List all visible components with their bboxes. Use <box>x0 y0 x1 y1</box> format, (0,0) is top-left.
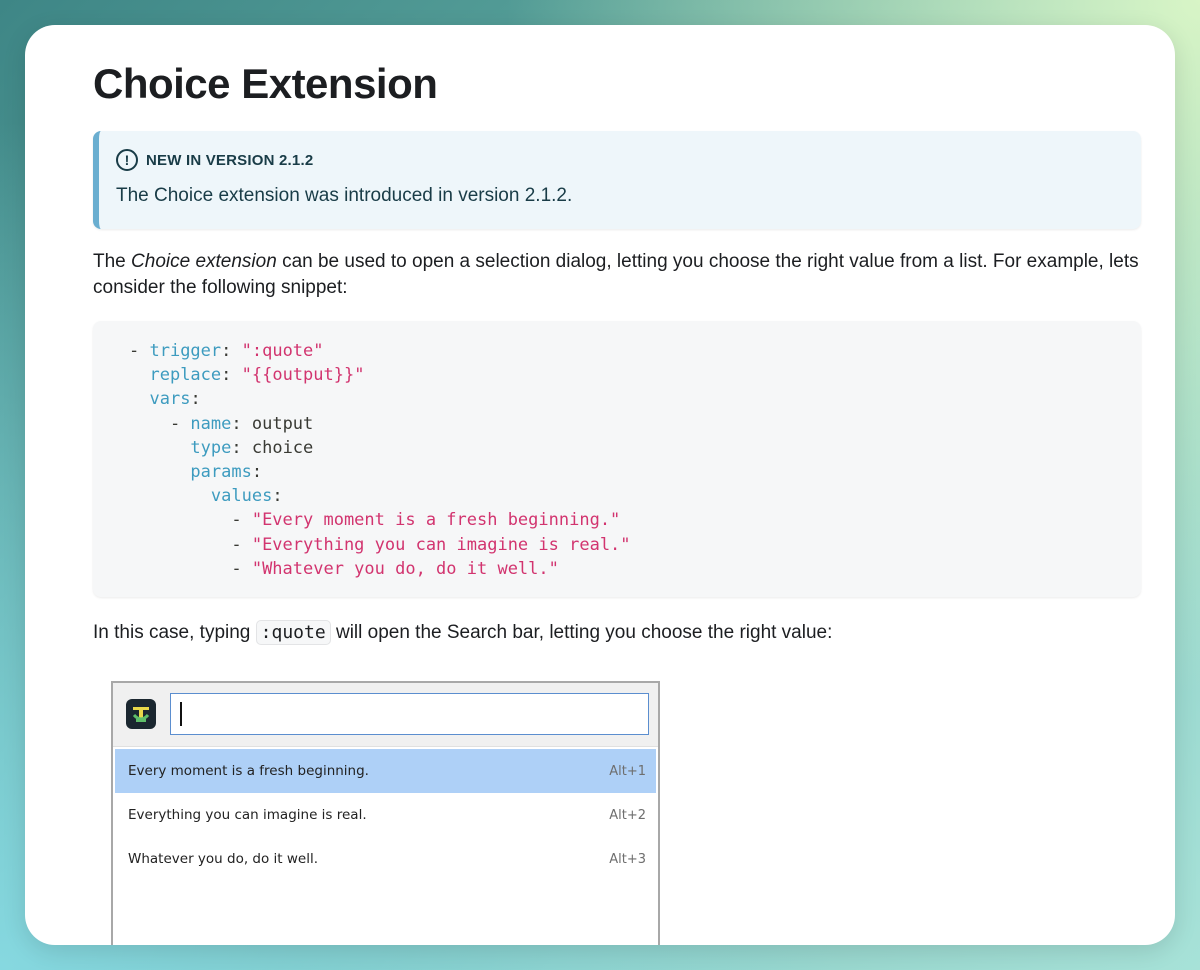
code-value: "{{output}}" <box>241 365 365 386</box>
intro-text-start: The <box>93 251 132 272</box>
code-line: - "Everything you can imagine is real." <box>129 533 1141 557</box>
page-title: Choice Extension <box>93 60 438 107</box>
code-value: choice <box>251 437 314 458</box>
typing-text-start: In this case, typing <box>93 622 256 643</box>
search-input[interactable] <box>170 693 649 735</box>
code-separator: : <box>251 462 263 483</box>
info-admonition: ! NEW IN VERSION 2.1.2 The Choice extens… <box>93 131 1141 229</box>
choice-item-label: Whatever you do, do it well. <box>128 851 319 867</box>
code-separator: : <box>231 437 252 458</box>
code-indent: - <box>129 558 252 579</box>
inline-code: :quote <box>255 620 331 645</box>
admonition-body: The Choice extension was introduced in v… <box>116 185 573 206</box>
choice-item-shortcut: Alt+1 <box>609 763 646 779</box>
typing-paragraph: In this case, typing :quote will open th… <box>93 620 1141 646</box>
code-value: "Whatever you do, do it well." <box>251 558 559 579</box>
code-separator: : <box>190 389 201 410</box>
code-indent: - <box>129 510 252 531</box>
code-value: ":quote" <box>241 341 324 361</box>
code-value: "Everything you can imagine is real." <box>251 534 631 555</box>
code-key: values <box>210 486 273 507</box>
typing-text-end: will open the Search bar, letting you ch… <box>330 622 833 643</box>
code-line: type: choice <box>129 436 1141 460</box>
code-line: - "Whatever you do, do it well." <box>129 557 1141 581</box>
choice-item-shortcut: Alt+3 <box>609 851 646 867</box>
choice-item-shortcut: Alt+2 <box>609 807 646 823</box>
code-key: name <box>190 413 232 434</box>
code-key: vars <box>149 389 191 410</box>
code-separator: : <box>231 413 252 434</box>
intro-paragraph: The Choice extension can be used to open… <box>93 249 1141 301</box>
code-line: - trigger: ":quote" <box>129 339 1141 363</box>
choice-item-label: Every moment is a fresh beginning. <box>128 763 369 779</box>
code-key: type <box>190 437 232 458</box>
code-line: params: <box>129 460 1141 484</box>
choice-item[interactable]: Every moment is a fresh beginning. Alt+1 <box>115 749 656 793</box>
code-line: values: <box>129 484 1141 508</box>
code-indent: - <box>129 413 191 434</box>
doc-card: Choice Extension ! NEW IN VERSION 2.1.2 … <box>25 25 1175 945</box>
code-separator: : <box>221 341 242 361</box>
exclamation-circle-icon: ! <box>116 149 138 171</box>
intro-emphasis: Choice extension <box>131 251 277 272</box>
code-block: - trigger: ":quote" replace: "{{output}}… <box>93 321 1141 597</box>
code-separator: : <box>272 486 283 507</box>
code-line: replace: "{{output}}" <box>129 363 1141 387</box>
code-indent: - <box>129 534 252 555</box>
code-line: - "Every moment is a fresh beginning." <box>129 508 1141 532</box>
choice-list: Every moment is a fresh beginning. Alt+1 E… <box>113 747 658 881</box>
code-key: replace <box>149 365 222 386</box>
choice-item[interactable]: Everything you can imagine is real. Alt+2 <box>115 793 656 837</box>
choice-item[interactable]: Whatever you do, do it well. Alt+3 <box>115 837 656 881</box>
code-value: output <box>251 413 314 434</box>
code-key: trigger <box>149 341 222 361</box>
espanso-logo-icon <box>126 699 156 729</box>
admonition-heading-text: NEW IN VERSION 2.1.2 <box>146 151 314 169</box>
code-separator: : <box>221 365 242 386</box>
code-value: "Every moment is a fresh beginning." <box>251 510 621 531</box>
code-line: - name: output <box>129 412 1141 436</box>
doc-content: Choice Extension ! NEW IN VERSION 2.1.2 … <box>93 61 1141 646</box>
admonition-heading: ! NEW IN VERSION 2.1.2 <box>116 149 1121 171</box>
choice-item-label: Everything you can imagine is real. <box>128 807 367 823</box>
search-bar-screenshot: Every moment is a fresh beginning. Alt+1 E… <box>111 681 660 945</box>
text-caret <box>180 702 182 726</box>
code-key: params <box>190 462 252 483</box>
code-indent: - <box>129 341 150 361</box>
search-bar-header <box>113 683 658 747</box>
code-line: vars: <box>129 387 1141 411</box>
